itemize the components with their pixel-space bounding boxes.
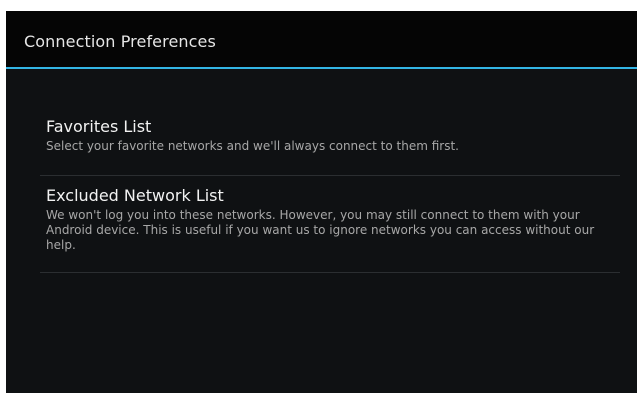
preferences-list: Favorites List Select your favorite netw… <box>40 117 620 273</box>
action-bar: Connection Preferences <box>6 11 637 69</box>
page-title: Connection Preferences <box>24 32 216 51</box>
excluded-network-list-summary: We won't log you into these networks. Ho… <box>46 208 595 252</box>
excluded-network-list-item[interactable]: Excluded Network List We won't log you i… <box>40 176 620 273</box>
app-screen: Connection Preferences Favorites List Se… <box>6 11 637 393</box>
favorites-list-title: Favorites List <box>46 117 152 136</box>
favorites-list-item[interactable]: Favorites List Select your favorite netw… <box>40 117 620 176</box>
favorites-list-summary: Select your favorite networks and we'll … <box>46 139 459 153</box>
excluded-network-list-title: Excluded Network List <box>46 186 224 205</box>
